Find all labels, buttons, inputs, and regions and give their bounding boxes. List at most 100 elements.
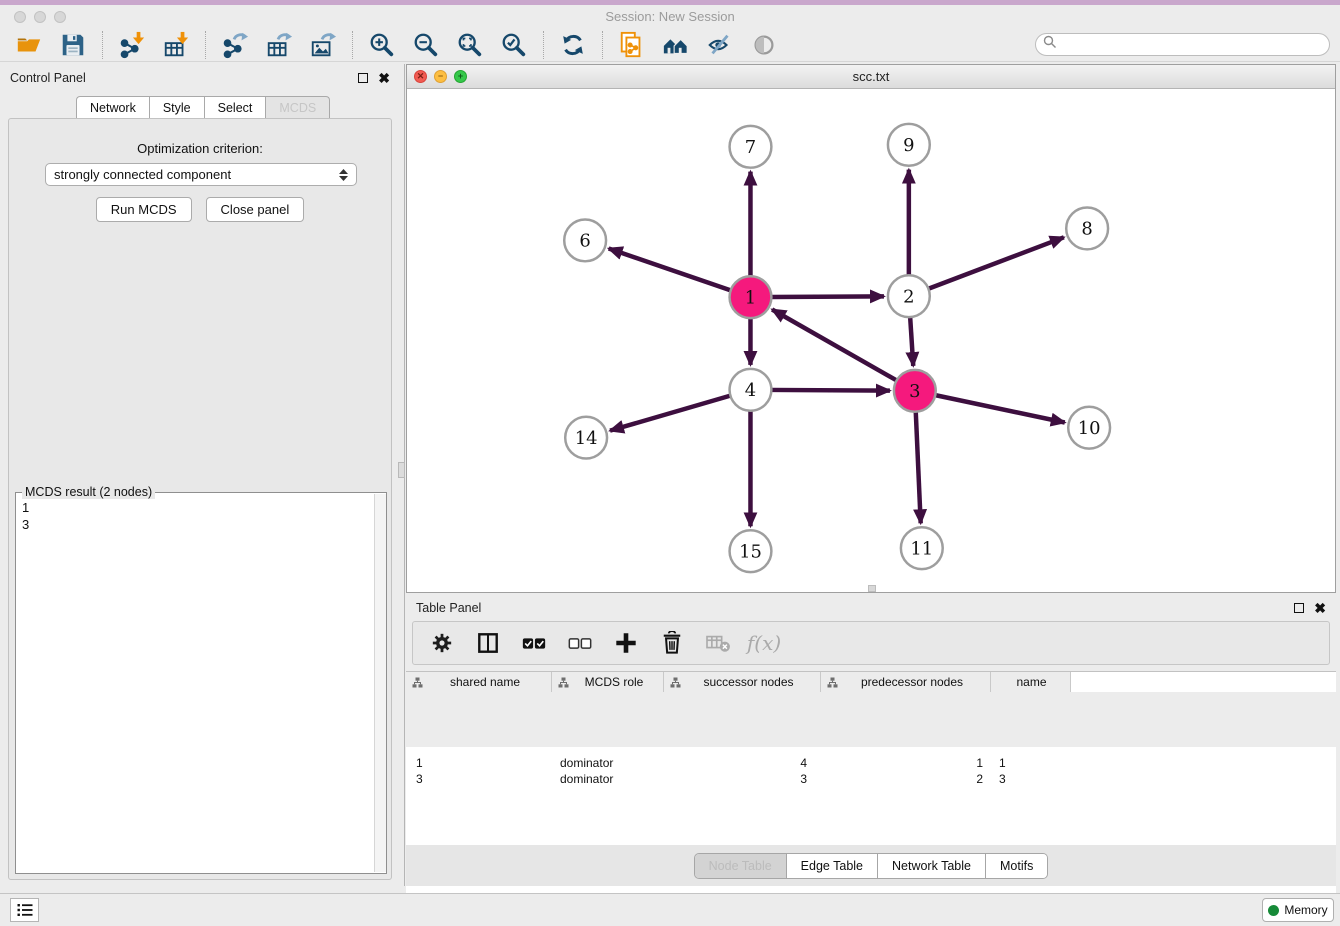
hide-selected-icon[interactable]	[705, 30, 735, 60]
column-header-successor-nodes[interactable]: successor nodes	[664, 672, 821, 692]
dropdown-stepper-icon	[339, 169, 348, 181]
duplicate-network-icon[interactable]	[617, 30, 647, 60]
export-image-icon[interactable]	[308, 30, 338, 60]
tab-edge-table[interactable]: Edge Table	[786, 854, 877, 878]
import-network-icon[interactable]	[117, 30, 147, 60]
graph-edge-3-1[interactable]	[772, 309, 897, 380]
column-tree-icon	[412, 677, 423, 688]
table-cell[interactable]: 3	[406, 771, 552, 787]
column-header-name[interactable]: name	[991, 672, 1071, 692]
titlebar: Session: New Session	[0, 5, 1340, 28]
graph-node-label-8: 8	[1081, 219, 1092, 240]
control-panel: Control Panel ✖ Network Style Select MCD…	[0, 64, 400, 886]
panel-divider-grip[interactable]	[398, 462, 405, 478]
result-scrollbar[interactable]	[374, 494, 386, 872]
close-panel-icon[interactable]: ✖	[378, 73, 390, 83]
table-panel-title: Table Panel	[416, 601, 481, 615]
optimization-criterion-label: Optimization criterion:	[9, 141, 391, 156]
table-cell[interactable]	[1071, 755, 1336, 771]
network-window-grip[interactable]	[868, 585, 876, 592]
column-header-predecessor-nodes[interactable]: predecessor nodes	[821, 672, 991, 692]
graph-node-label-1: 1	[745, 287, 756, 308]
tab-node-table[interactable]: Node Table	[695, 854, 786, 878]
zoom-in-icon[interactable]	[367, 30, 397, 60]
graph-node-label-4: 4	[745, 380, 756, 401]
network-canvas[interactable]: 7968124314101511	[407, 89, 1335, 592]
float-table-panel-icon[interactable]	[1294, 603, 1304, 613]
table-cell[interactable]	[1071, 771, 1336, 787]
table-cell[interactable]: dominator	[552, 771, 664, 787]
mcds-result-text[interactable]: 1 3	[16, 495, 373, 873]
status-bar: Memory	[0, 893, 1340, 926]
first-neighbors-icon[interactable]	[661, 30, 691, 60]
table-cell[interactable]: 2	[821, 771, 991, 787]
tab-style[interactable]: Style	[149, 96, 204, 119]
memory-button[interactable]: Memory	[1262, 898, 1334, 922]
tab-network-table[interactable]: Network Table	[877, 854, 985, 878]
graph-node-label-14: 14	[575, 428, 598, 449]
delete-table-icon	[705, 630, 731, 656]
search-input[interactable]	[1035, 33, 1330, 56]
zoom-fit-icon[interactable]	[455, 30, 485, 60]
show-all-icon[interactable]	[749, 30, 779, 60]
add-column-icon[interactable]	[613, 630, 639, 656]
control-panel-tabs: Network Style Select MCDS	[76, 96, 330, 119]
close-table-panel-icon[interactable]: ✖	[1314, 603, 1326, 613]
run-mcds-button[interactable]: Run MCDS	[96, 197, 192, 222]
zoom-out-icon[interactable]	[411, 30, 441, 60]
graph-edge-1-6[interactable]	[609, 248, 731, 290]
mcds-result-box: MCDS result (2 nodes) 1 3	[15, 492, 387, 874]
column-header-shared-name[interactable]: shared name	[406, 672, 552, 692]
window-title: Session: New Session	[0, 9, 1340, 24]
graph-edge-3-10[interactable]	[935, 395, 1064, 422]
table-cell[interactable]: 1	[406, 755, 552, 771]
float-panel-icon[interactable]	[358, 73, 368, 83]
column-tree-icon	[670, 677, 681, 688]
save-session-icon[interactable]	[58, 30, 88, 60]
graph-edge-2-3[interactable]	[910, 317, 913, 366]
tab-motifs[interactable]: Motifs	[985, 854, 1047, 878]
select-all-icon[interactable]	[521, 630, 547, 656]
table-toolbar: f(x)	[412, 621, 1330, 665]
graph-edge-1-2[interactable]	[771, 296, 884, 297]
control-panel-header: Control Panel ✖	[0, 68, 400, 88]
network-view-window: ✕ − + scc.txt 7968124314101511	[406, 64, 1336, 593]
deselect-all-icon[interactable]	[567, 630, 593, 656]
table-tabs-strip: Node Table Edge Table Network Table Moti…	[406, 845, 1336, 886]
import-table-icon[interactable]	[161, 30, 191, 60]
tab-mcds[interactable]: MCDS	[265, 96, 330, 119]
table-cell[interactable]: 3	[664, 771, 821, 787]
refresh-layout-icon[interactable]	[558, 30, 588, 60]
column-layout-icon[interactable]	[475, 630, 501, 656]
network-window-titlebar[interactable]: ✕ − + scc.txt	[407, 65, 1335, 89]
delete-column-icon[interactable]	[659, 630, 685, 656]
graph-edge-2-8[interactable]	[928, 237, 1063, 288]
export-table-icon[interactable]	[264, 30, 294, 60]
close-panel-button[interactable]: Close panel	[206, 197, 305, 222]
tab-network[interactable]: Network	[76, 96, 149, 119]
table-cell[interactable]: 4	[664, 755, 821, 771]
column-tree-icon	[558, 677, 569, 688]
column-header-mcds-role[interactable]: MCDS role	[552, 672, 664, 692]
graph-node-label-2: 2	[903, 286, 914, 307]
task-history-button[interactable]	[10, 898, 39, 922]
network-canvas-svg: 7968124314101511	[407, 89, 1335, 592]
criterion-dropdown[interactable]: strongly connected component	[45, 163, 357, 186]
open-session-icon[interactable]	[14, 30, 44, 60]
export-network-icon[interactable]	[220, 30, 250, 60]
column-header-filler	[1071, 672, 1336, 692]
graph-edge-4-3[interactable]	[771, 390, 890, 391]
settings-gear-icon[interactable]	[429, 630, 455, 656]
graph-edge-4-14[interactable]	[610, 396, 730, 431]
table-cell[interactable]: 3	[991, 771, 1071, 787]
table-cell[interactable]: dominator	[552, 755, 664, 771]
network-window-title: scc.txt	[407, 69, 1335, 84]
tab-select[interactable]: Select	[204, 96, 266, 119]
list-icon	[16, 902, 34, 918]
table-cell[interactable]: 1	[991, 755, 1071, 771]
graph-edge-3-11[interactable]	[916, 412, 921, 524]
table-panel-header: Table Panel ✖	[406, 598, 1336, 618]
zoom-selected-icon[interactable]	[499, 30, 529, 60]
column-tree-icon	[827, 677, 838, 688]
table-cell[interactable]: 1	[821, 755, 991, 771]
